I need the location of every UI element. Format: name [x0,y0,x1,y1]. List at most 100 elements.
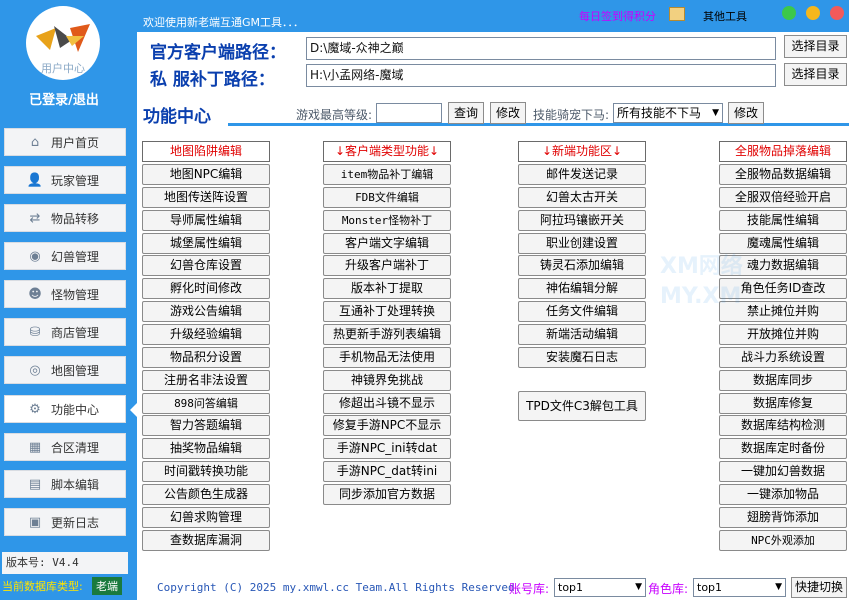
col3-function-button[interactable]: 幻兽太古开关 [518,187,646,208]
patch-path-input[interactable]: H:\小孟网络-魔域 [306,64,776,87]
col1-function-button[interactable]: 查数据库漏洞 [142,530,270,551]
col1-function-button[interactable]: 城堡属性编辑 [142,233,270,254]
sidebar-item-document[interactable]: ▤ 脚本编辑 [4,470,126,498]
col2-function-button[interactable]: Monster怪物补丁 [323,210,451,231]
sidebar-item-home[interactable]: ⌂ 用户首页 [4,128,126,156]
col3-function-button[interactable]: 任务文件编辑 [518,301,646,322]
col3-function-button[interactable]: 新端活动编辑 [518,324,646,345]
user-icon: 👤 [26,172,44,188]
client-select-dir-button[interactable]: 选择目录 [784,35,847,58]
close-icon[interactable] [830,6,844,20]
client-path-input[interactable]: D:\魔域-众神之巅 [306,37,776,60]
col2-function-button[interactable]: 手游NPC_ini转dat [323,438,451,459]
col2-function-button[interactable]: 客户端文字编辑 [323,233,451,254]
col4-function-button[interactable]: 开放摊位并购 [719,324,847,345]
col1-function-button[interactable]: 孵化时间修改 [142,278,270,299]
col2-function-button[interactable]: 修复手游NPC不显示 [323,415,451,436]
col1-function-button[interactable]: 幻兽求购管理 [142,507,270,528]
patch-select-dir-button[interactable]: 选择目录 [784,63,847,86]
query-button[interactable]: 查询 [448,102,484,124]
sidebar-item-message[interactable]: ▣ 更新日志 [4,508,126,536]
col1-function-button[interactable]: 898问答编辑 [142,393,270,414]
col4-function-button[interactable]: 全服物品数据编辑 [719,164,847,185]
col1-function-button[interactable]: 物品积分设置 [142,347,270,368]
col1-function-button[interactable]: 地图NPC编辑 [142,164,270,185]
max-level-input[interactable] [376,103,442,123]
col4-function-button[interactable]: 技能属性编辑 [719,210,847,231]
col2-function-button[interactable]: item物品补丁编辑 [323,164,451,185]
modify-mount-button[interactable]: 修改 [728,102,764,124]
sidebar-item-shop[interactable]: ⛁ 商店管理 [4,318,126,346]
col2-function-button[interactable]: 互通补丁处理转换 [323,301,451,322]
col1-function-button[interactable]: 注册名非法设置 [142,370,270,391]
patch-path-label: 私 服补丁路径： [150,70,275,90]
login-status-link[interactable]: 已登录/退出 [0,89,128,108]
mount-select[interactable]: 所有技能不下马 ▼ [613,103,723,123]
col1-function-button[interactable]: 公告颜色生成器 [142,484,270,505]
col3-function-button[interactable]: 阿拉玛镶嵌开关 [518,210,646,231]
col1-function-button[interactable]: 时间戳转换功能 [142,461,270,482]
col1-function-button[interactable]: 升级经验编辑 [142,324,270,345]
client-functions-header: ↓客户端类型功能↓ [323,141,451,162]
sidebar-item-transfer[interactable]: ⇄ 物品转移 [4,204,126,232]
col4-function-button[interactable]: 一键添加物品 [719,484,847,505]
col1-function-button[interactable]: 游戏公告编辑 [142,301,270,322]
server-drop-edit-button[interactable]: 全服物品掉落编辑 [719,141,847,162]
daily-signin-link[interactable]: 每日签到得积分 [579,8,656,24]
maximize-icon[interactable] [782,6,796,20]
col3-function-button[interactable]: 安装魔石日志 [518,347,646,368]
col2-function-button[interactable]: 升级客户端补丁 [323,255,451,276]
col2-function-button[interactable]: 手机物品无法使用 [323,347,451,368]
col2-function-button[interactable]: 神镜界免挑战 [323,370,451,391]
sidebar-item-egg[interactable]: ◉ 幻兽管理 [4,242,126,270]
sidebar-item-monster[interactable]: ☻ 怪物管理 [4,280,126,308]
sidebar-item-user[interactable]: 👤 玩家管理 [4,166,126,194]
col4-function-button[interactable]: 数据库同步 [719,370,847,391]
minimize-icon[interactable] [806,6,820,20]
tpd-unpack-tool-button[interactable]: TPD文件C3解包工具 [518,391,646,421]
account-db-select[interactable]: top1 ▼ [554,578,646,597]
signin-card-icon[interactable] [669,7,685,21]
col4-function-button[interactable]: NPC外观添加 [719,530,847,551]
sidebar-item-label: 玩家管理 [51,173,100,188]
col4-function-button[interactable]: 翅膀背饰添加 [719,507,847,528]
document-icon: ▤ [28,476,42,492]
sidebar-item-label: 更新日志 [51,515,100,530]
sidebar-item-gear[interactable]: ⚙ 功能中心 [4,395,126,423]
sidebar-item-grid[interactable]: ▦ 合区清理 [4,433,126,461]
col1-function-button[interactable]: 幻兽仓库设置 [142,255,270,276]
col2-function-button[interactable]: 版本补丁提取 [323,278,451,299]
logo-text: 用户中心 [41,62,85,75]
quick-switch-button[interactable]: 快捷切换 [791,577,847,598]
col4-function-button[interactable]: 数据库修复 [719,393,847,414]
role-db-select[interactable]: top1 ▼ [693,578,786,597]
grid-icon: ▦ [28,439,42,455]
modify-level-button[interactable]: 修改 [490,102,526,124]
col2-function-button[interactable]: 手游NPC_dat转ini [323,461,451,482]
user-center-logo[interactable]: 用户中心 [26,6,100,80]
col3-function-button[interactable]: 职业创建设置 [518,233,646,254]
col4-function-button[interactable]: 一键加幻兽数据 [719,461,847,482]
col1-function-button[interactable]: 智力答题编辑 [142,415,270,436]
sidebar-item-compass[interactable]: ◎ 地图管理 [4,356,126,384]
col4-function-button[interactable]: 数据库结构检测 [719,415,847,436]
map-trap-edit-button[interactable]: 地图陷阱编辑 [142,141,270,162]
col4-function-button[interactable]: 魔魂属性编辑 [719,233,847,254]
col4-function-button[interactable]: 数据库定时备份 [719,438,847,459]
col1-function-button[interactable]: 地图传送阵设置 [142,187,270,208]
max-level-label: 游戏最高等级: [296,108,373,122]
col2-function-button[interactable]: FDB文件编辑 [323,187,451,208]
other-tools-menu[interactable]: 其他工具 [703,8,747,24]
col2-function-button[interactable]: 同步添加官方数据 [323,484,451,505]
col3-function-button[interactable]: 邮件发送记录 [518,164,646,185]
home-icon: ⌂ [30,134,40,150]
col4-function-button[interactable]: 全服双倍经验开启 [719,187,847,208]
col4-function-button[interactable]: 战斗力系统设置 [719,347,847,368]
col1-function-button[interactable]: 导师属性编辑 [142,210,270,231]
col3-function-button[interactable]: 神佑编辑分解 [518,278,646,299]
mount-label: 技能骑宠下马: [533,108,610,122]
col2-function-button[interactable]: 修超出斗镜不显示 [323,393,451,414]
col3-function-button[interactable]: 铸灵石添加编辑 [518,255,646,276]
col2-function-button[interactable]: 热更新手游列表编辑 [323,324,451,345]
col1-function-button[interactable]: 抽奖物品编辑 [142,438,270,459]
